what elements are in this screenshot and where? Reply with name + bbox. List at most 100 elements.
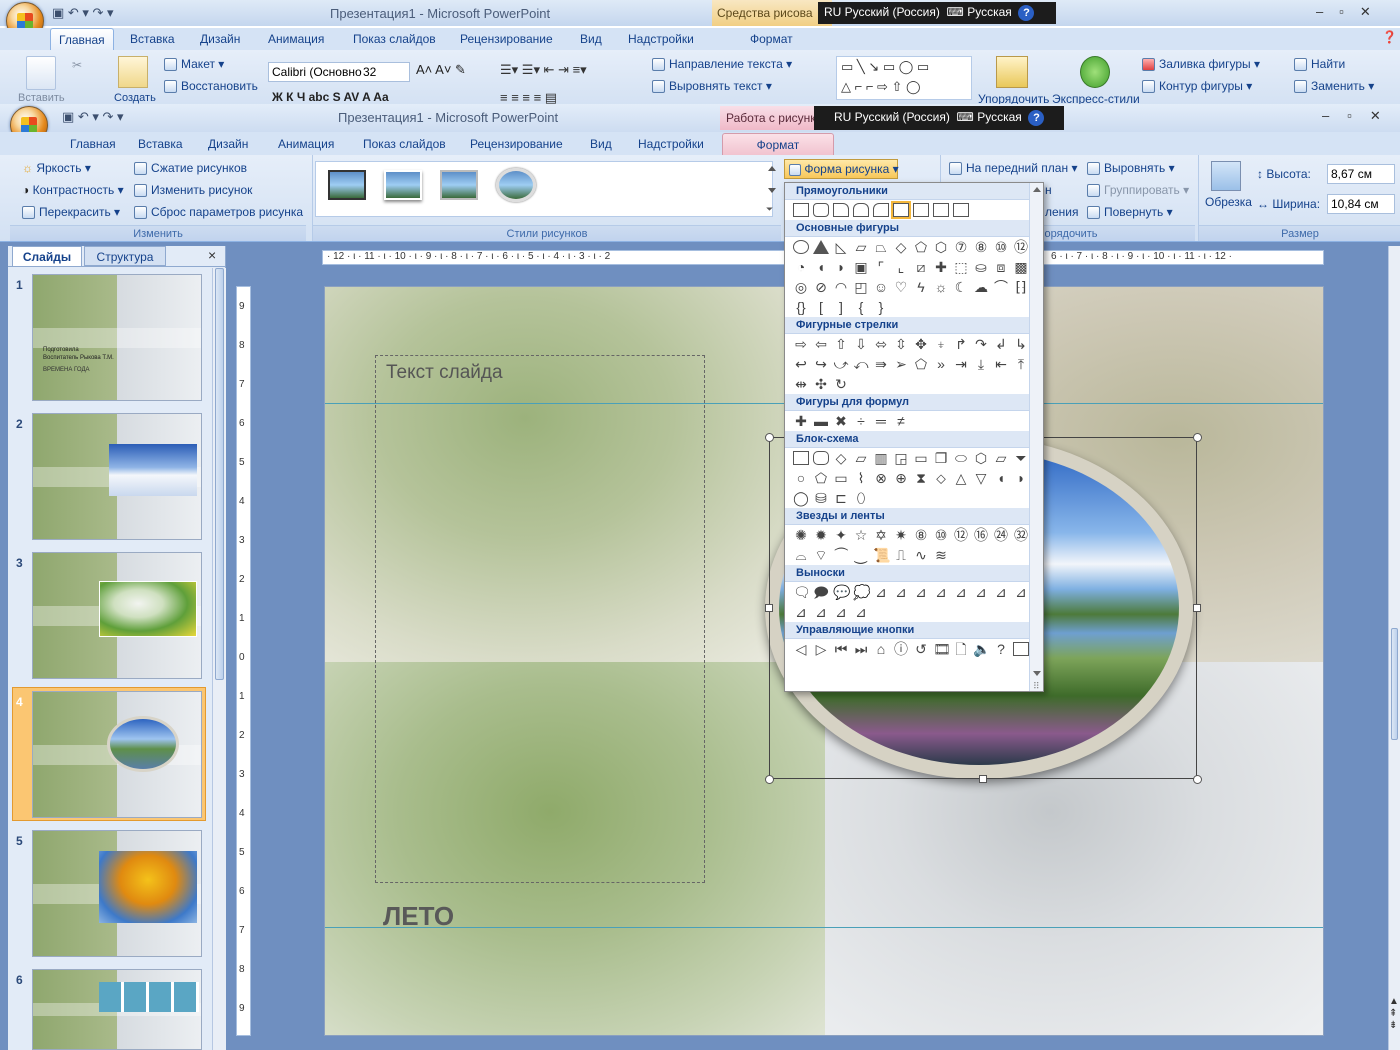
hexagon-icon[interactable]: ⬡ (933, 240, 949, 254)
folded-corner-icon[interactable]: ◰ (853, 280, 869, 294)
action-home-icon[interactable]: ⌂ (873, 642, 889, 656)
heart-icon[interactable]: ♡ (893, 280, 909, 294)
picture-style-4[interactable] (496, 168, 536, 202)
main-scrollbar[interactable]: ▲ ⇞ ⇟ (1388, 246, 1400, 1050)
shape-row-basic-3[interactable]: ◎ ⊘ ◠ ◰ ☺ ♡ ϟ ☼ ☾ ☁ ⌒ ⁅⁆ (785, 277, 1043, 297)
selected-shape-icon[interactable] (891, 201, 911, 219)
up-arrow-icon[interactable]: ⇧ (833, 337, 849, 351)
dodecagon-icon[interactable]: ⑫ (1013, 240, 1029, 254)
extract-icon[interactable]: △ (953, 471, 969, 485)
line-callout11-icon[interactable]: ⊿ (833, 605, 849, 619)
bevel-icon[interactable]: ▩ (1013, 260, 1029, 274)
preparation-icon[interactable]: ⬡ (973, 451, 989, 465)
round-top-rectangle-icon[interactable] (853, 203, 869, 217)
shape-row-action-buttons[interactable]: ◁ ▷ ⏮ ⏭ ⌂ ⓘ ↺ 🎞 🗋 🔈? (785, 639, 1043, 659)
moon-icon[interactable]: ☾ (953, 280, 969, 294)
crop-label[interactable]: Обрезка (1205, 195, 1252, 209)
triangle-icon[interactable] (813, 240, 829, 254)
line-callout9-icon[interactable]: ⊿ (793, 605, 809, 619)
sun-shape-icon[interactable]: ☼ (933, 280, 949, 294)
help-icon[interactable]: ? (1018, 5, 1035, 21)
right-bracket-icon[interactable]: ] (833, 300, 849, 314)
wave-icon[interactable]: ∿ (913, 548, 929, 562)
manual-operation-icon[interactable]: ⏷ (1013, 451, 1029, 465)
stored-data-icon[interactable]: ◖ (993, 471, 1009, 485)
slide-thumbnail-6[interactable] (32, 969, 202, 1050)
tab-view-back[interactable]: Вид (572, 28, 610, 50)
shape-row-arrows-3[interactable]: ⇹ ✣ ↻ (785, 374, 1043, 394)
direct-storage-icon[interactable]: ⊏ (833, 491, 849, 505)
process-icon[interactable] (793, 451, 809, 465)
snip-rectangle-icon[interactable] (833, 203, 849, 217)
send-back-partial[interactable]: н (1045, 180, 1052, 200)
cut-icon[interactable]: ✂ (72, 58, 82, 72)
vertical-scroll-icon[interactable]: 📜 (873, 548, 890, 562)
layout-button[interactable]: Макет ▾ (164, 54, 224, 74)
left-right-arrow-callout-icon[interactable]: ⇹ (793, 377, 809, 391)
chord-icon[interactable]: ◖ (813, 260, 829, 274)
rectangle-icon[interactable] (793, 203, 809, 217)
card-icon[interactable]: ▭ (833, 471, 849, 485)
chevron-icon[interactable]: » (933, 357, 949, 371)
diamond-icon[interactable]: ◇ (893, 240, 909, 254)
manual-input-icon[interactable]: ⏥ (993, 451, 1009, 465)
star32-icon[interactable]: ㉜ (1013, 528, 1029, 542)
bring-front-button[interactable]: На передний план ▾ (949, 158, 1077, 178)
star4-icon[interactable]: ✦ (833, 528, 849, 542)
curved-right-arrow-icon[interactable]: ↩ (793, 357, 809, 371)
notched-right-arrow-icon[interactable]: ➢ (893, 357, 909, 371)
compress-button[interactable]: Сжатие рисунков (134, 158, 247, 178)
sequential-storage-icon[interactable]: ◯ (793, 491, 809, 505)
shape-row-callouts-1[interactable]: 🗨 🗩 💬 💭 ⊿ ⊿ ⊿ ⊿ ⊿ ⊿ ⊿ ⊿ (785, 582, 1043, 602)
frame-icon[interactable]: ▣ (853, 260, 869, 274)
window-controls-back[interactable]: –▫✕ (1316, 4, 1387, 20)
tab-review-back[interactable]: Рецензирование (452, 28, 561, 50)
shape-row-flowchart-1[interactable]: ◇ ▱ ▥ ◲ ▭ ❐ ⬭ ⬡ ⏥ ⏷ (785, 448, 1043, 468)
cloud-callout-icon[interactable]: 💭 (853, 585, 870, 599)
language-bar[interactable]: RU Русский (Россия) ⌨ Русская ? (814, 106, 1064, 130)
shape-row-stars-1[interactable]: ✺ ✹ ✦ ☆ ✡ ✷ ⑧ ⑩ ⑫ ⑯ ㉔㉜ (785, 525, 1043, 545)
rounded-callout-icon[interactable]: 🗩 (813, 585, 829, 599)
ribbon-help-icon[interactable]: ❓ (1382, 30, 1397, 44)
star12-icon[interactable]: ⑫ (953, 528, 969, 542)
equal-icon[interactable]: ═ (873, 414, 889, 428)
height-field[interactable]: 8,67 см (1327, 164, 1395, 184)
heptagon-icon[interactable]: ⑦ (953, 240, 969, 254)
tab-design-back[interactable]: Дизайн (192, 28, 248, 50)
help-icon[interactable]: ? (1028, 110, 1045, 126)
right-brace-icon[interactable]: } (873, 300, 889, 314)
double-wave-icon[interactable]: ≋ (933, 548, 949, 562)
left-up-arrow-icon[interactable]: ↲ (993, 337, 1009, 351)
shape-row-basic-1[interactable]: ◺ ▱ ⏢ ◇ ⬠ ⬡ ⑦ ⑧ ⑩ ⑫ (785, 237, 1043, 257)
star16-icon[interactable]: ⑯ (973, 528, 989, 542)
resize-handle-sw[interactable] (765, 775, 774, 784)
multiply-icon[interactable]: ✖ (833, 414, 849, 428)
language-bar-back[interactable]: RU Русский (Россия) ⌨ Русская ? (818, 2, 1056, 24)
replace-button[interactable]: Заменить ▾ (1294, 76, 1374, 96)
right-arrow-callout-icon[interactable]: ⇥ (953, 357, 969, 371)
line-callout5-icon[interactable]: ⊿ (953, 585, 969, 599)
decision-icon[interactable]: ◇ (833, 451, 849, 465)
tab-slideshow-back[interactable]: Показ слайдов (345, 28, 444, 50)
panel-close-icon[interactable]: × (208, 247, 216, 263)
tab-slides[interactable]: Слайды (12, 246, 82, 266)
action-help-icon[interactable]: ? (993, 642, 1009, 656)
rectangle-icon[interactable] (953, 203, 969, 217)
magnetic-disk-icon[interactable]: ⛁ (813, 491, 829, 505)
right-arrow-icon[interactable]: ⇨ (793, 337, 809, 351)
bracket-pair-icon[interactable]: ⁅⁆ (1013, 280, 1029, 294)
font-grow-shrink[interactable]: A˄ A˅ ✎ (416, 62, 466, 78)
tab-insert[interactable]: Вставка (130, 133, 191, 155)
circular-arrow-icon[interactable]: ↻ (833, 377, 849, 391)
picture-style-2[interactable] (384, 170, 422, 200)
resize-grip-icon[interactable]: ⠿ (1033, 681, 1040, 691)
action-document-icon[interactable]: 🗋 (953, 642, 969, 656)
trapezoid-icon[interactable]: ⏢ (873, 240, 889, 254)
explosion1-icon[interactable]: ✺ (793, 528, 809, 542)
quad-arrow-icon[interactable]: ✥ (913, 337, 929, 351)
gallery-down-icon[interactable] (768, 188, 776, 193)
line-callout1-icon[interactable]: ⊿ (873, 585, 889, 599)
action-information-icon[interactable]: ⓘ (893, 642, 909, 656)
slides-panel-scroll-thumb[interactable] (215, 268, 224, 680)
parallelogram-icon[interactable]: ▱ (853, 240, 869, 254)
